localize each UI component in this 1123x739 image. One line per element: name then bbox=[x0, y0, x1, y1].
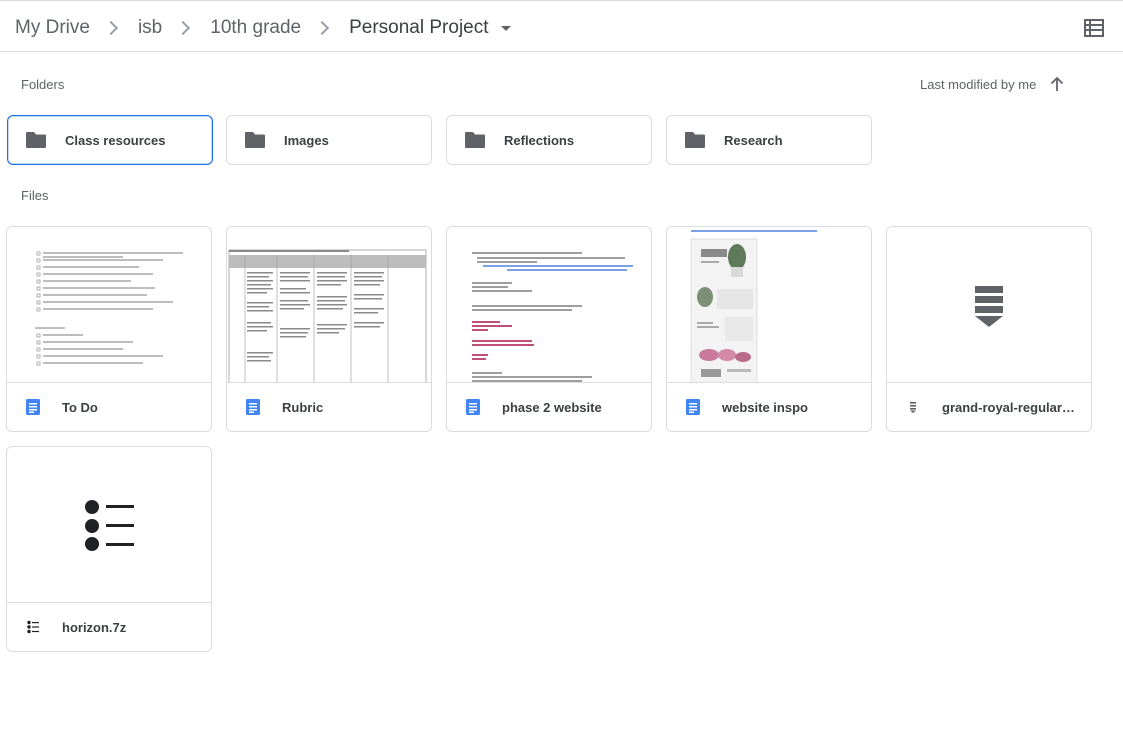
file-name: To Do bbox=[62, 399, 98, 415]
list-view-icon[interactable] bbox=[1084, 19, 1104, 37]
file-card-grand-royal-font[interactable]: grand-royal-regular_x... bbox=[886, 226, 1092, 432]
caret-down-icon[interactable] bbox=[500, 26, 511, 31]
folder-icon bbox=[685, 132, 705, 148]
breadcrumb-current-folder[interactable]: Personal Project bbox=[349, 17, 488, 39]
file-footer: Rubric bbox=[227, 383, 431, 431]
breadcrumb-my-drive[interactable]: My Drive bbox=[15, 17, 90, 39]
chevron-right-icon bbox=[176, 20, 191, 35]
folder-name: Class resources bbox=[65, 132, 166, 148]
file-name: phase 2 website bbox=[502, 399, 602, 415]
file-name: grand-royal-regular_x... bbox=[942, 399, 1082, 415]
header-bar: My Drive isb 10th grade Personal Project bbox=[0, 4, 1123, 52]
google-docs-icon bbox=[686, 399, 700, 415]
sort-control[interactable]: Last modified by me bbox=[920, 73, 1064, 95]
chevron-right-icon bbox=[315, 20, 330, 35]
font-file-icon bbox=[910, 402, 916, 413]
file-footer: horizon.7z bbox=[7, 603, 211, 651]
document-thumbnail bbox=[667, 227, 871, 383]
folder-reflections[interactable]: Reflections bbox=[446, 115, 652, 165]
folder-class-resources[interactable]: Class resources bbox=[7, 115, 213, 165]
file-card-to-do[interactable]: To Do bbox=[6, 226, 212, 432]
file-name: Rubric bbox=[282, 399, 324, 415]
google-docs-icon bbox=[466, 399, 480, 415]
document-thumbnail bbox=[447, 227, 651, 383]
file-name: horizon.7z bbox=[62, 619, 127, 635]
folder-name: Research bbox=[724, 132, 783, 148]
chevron-right-icon bbox=[103, 20, 119, 35]
folder-name: Reflections bbox=[504, 132, 575, 148]
breadcrumb: My Drive isb 10th grade Personal Project bbox=[15, 4, 511, 51]
file-card-horizon-7z[interactable]: horizon.7z bbox=[6, 446, 212, 652]
file-footer: To Do bbox=[7, 383, 211, 431]
file-name: website inspo bbox=[722, 399, 808, 415]
breadcrumb-10th-grade[interactable]: 10th grade bbox=[210, 17, 301, 39]
file-card-rubric[interactable]: Rubric bbox=[226, 226, 432, 432]
folder-name: Images bbox=[284, 132, 329, 148]
file-card-website-inspo[interactable]: website inspo bbox=[666, 226, 872, 432]
folder-icon bbox=[26, 132, 46, 148]
folder-icon bbox=[245, 132, 265, 148]
file-footer: website inspo bbox=[667, 383, 871, 431]
files-section-label: Files bbox=[21, 188, 49, 203]
document-thumbnail bbox=[227, 227, 431, 383]
archive-file-preview bbox=[7, 447, 211, 603]
sort-label[interactable]: Last modified by me bbox=[920, 77, 1036, 92]
file-footer: phase 2 website bbox=[447, 383, 651, 431]
google-docs-icon bbox=[26, 399, 40, 415]
arrow-up-icon[interactable] bbox=[1050, 76, 1064, 92]
font-file-icon bbox=[975, 286, 1003, 327]
document-thumbnail bbox=[7, 227, 211, 383]
file-footer: grand-royal-regular_x... bbox=[887, 383, 1091, 431]
file-card-phase-2-website[interactable]: phase 2 website bbox=[446, 226, 652, 432]
folder-images[interactable]: Images bbox=[226, 115, 432, 165]
breadcrumb-isb[interactable]: isb bbox=[138, 17, 162, 39]
font-file-preview bbox=[887, 227, 1091, 383]
archive-list-icon bbox=[27, 620, 39, 634]
google-docs-icon bbox=[246, 399, 260, 415]
folders-section-label: Folders bbox=[21, 77, 65, 92]
folder-research[interactable]: Research bbox=[666, 115, 872, 165]
folder-icon bbox=[465, 132, 485, 148]
archive-list-icon bbox=[85, 500, 134, 551]
